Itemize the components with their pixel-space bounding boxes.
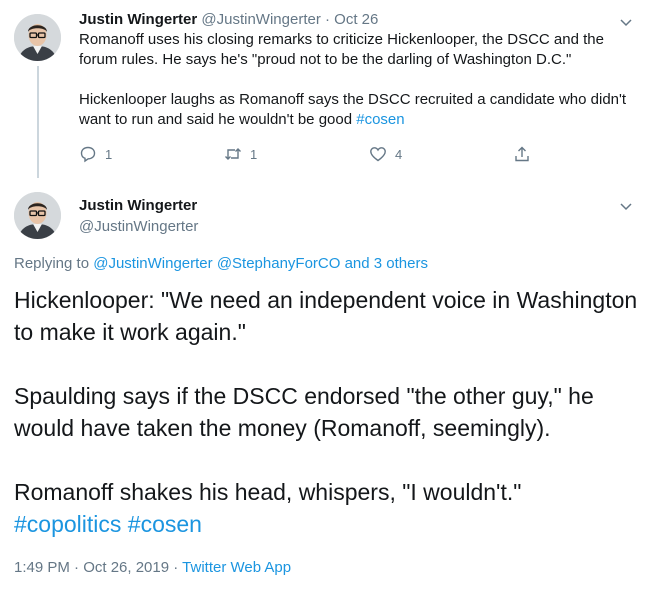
tweet-actions: 1 1 4 <box>79 145 539 167</box>
reply-count: 1 <box>105 146 113 162</box>
tweet-date[interactable]: Oct 26 <box>334 11 378 28</box>
dot-separator: · <box>173 559 179 576</box>
like-button[interactable]: 4 <box>369 145 402 163</box>
tweet-text: Romanoff uses his closing remarks to cri… <box>79 30 634 130</box>
tweet-paragraph: Romanoff shakes his head, whispers, "I w… <box>14 476 639 540</box>
author-name[interactable]: Justin Wingerter <box>79 11 197 28</box>
chevron-down-icon[interactable] <box>618 14 634 30</box>
chevron-down-icon[interactable] <box>618 198 634 214</box>
retweet-icon <box>225 148 241 160</box>
avatar[interactable] <box>14 14 61 61</box>
tweet-paragraph-text: Romanoff shakes his head, whispers, "I w… <box>14 479 522 505</box>
tweet[interactable]: Justin Wingerter @JustinWingerter · Oct … <box>79 10 634 130</box>
like-count: 4 <box>395 146 403 162</box>
reply-button[interactable]: 1 <box>79 145 112 163</box>
tweet-paragraph: Romanoff uses his closing remarks to cri… <box>79 31 604 68</box>
tweet-paragraph: Hickenlooper: "We need an independent vo… <box>14 287 638 345</box>
tweet-source-link[interactable]: Twitter Web App <box>182 559 291 576</box>
like-icon <box>370 147 386 162</box>
share-button[interactable] <box>513 145 531 163</box>
share-icon <box>515 146 529 162</box>
replying-to-users[interactable]: @JustinWingerter @StephanyForCO and 3 ot… <box>93 255 428 272</box>
avatar[interactable] <box>14 192 61 239</box>
tweet-header: Justin Wingerter @JustinWingerter <box>79 196 634 237</box>
tweet-paragraph: Spaulding says if the DSCC endorsed "the… <box>14 383 594 441</box>
replying-to-prefix: Replying to <box>14 255 90 272</box>
thread-connector-line <box>37 66 39 178</box>
author-handle[interactable]: @JustinWingerter <box>201 11 320 28</box>
reply-icon <box>80 146 96 163</box>
author-name[interactable]: Justin Wingerter <box>79 196 634 216</box>
author-handle[interactable]: @JustinWingerter <box>79 217 634 237</box>
hashtag-links[interactable]: #copolitics #cosen <box>14 511 202 537</box>
tweet-header: Justin Wingerter @JustinWingerter · Oct … <box>79 10 634 30</box>
tweet-timestamp[interactable]: 1:49 PM · Oct 26, 2019 <box>14 559 169 576</box>
tweet-paragraph-text: Hickenlooper laughs as Romanoff says the… <box>79 91 627 128</box>
dot-separator: · <box>325 11 330 28</box>
retweet-count: 1 <box>250 146 258 162</box>
replying-to: Replying to @JustinWingerter @StephanyFo… <box>14 254 428 274</box>
main-tweet-text: Hickenlooper: "We need an independent vo… <box>14 284 639 540</box>
hashtag-link[interactable]: #cosen <box>356 111 404 128</box>
retweet-button[interactable]: 1 <box>224 145 257 163</box>
tweet-paragraph: Hickenlooper laughs as Romanoff says the… <box>79 90 634 130</box>
tweet-footer: 1:49 PM · Oct 26, 2019 · Twitter Web App <box>14 558 291 578</box>
